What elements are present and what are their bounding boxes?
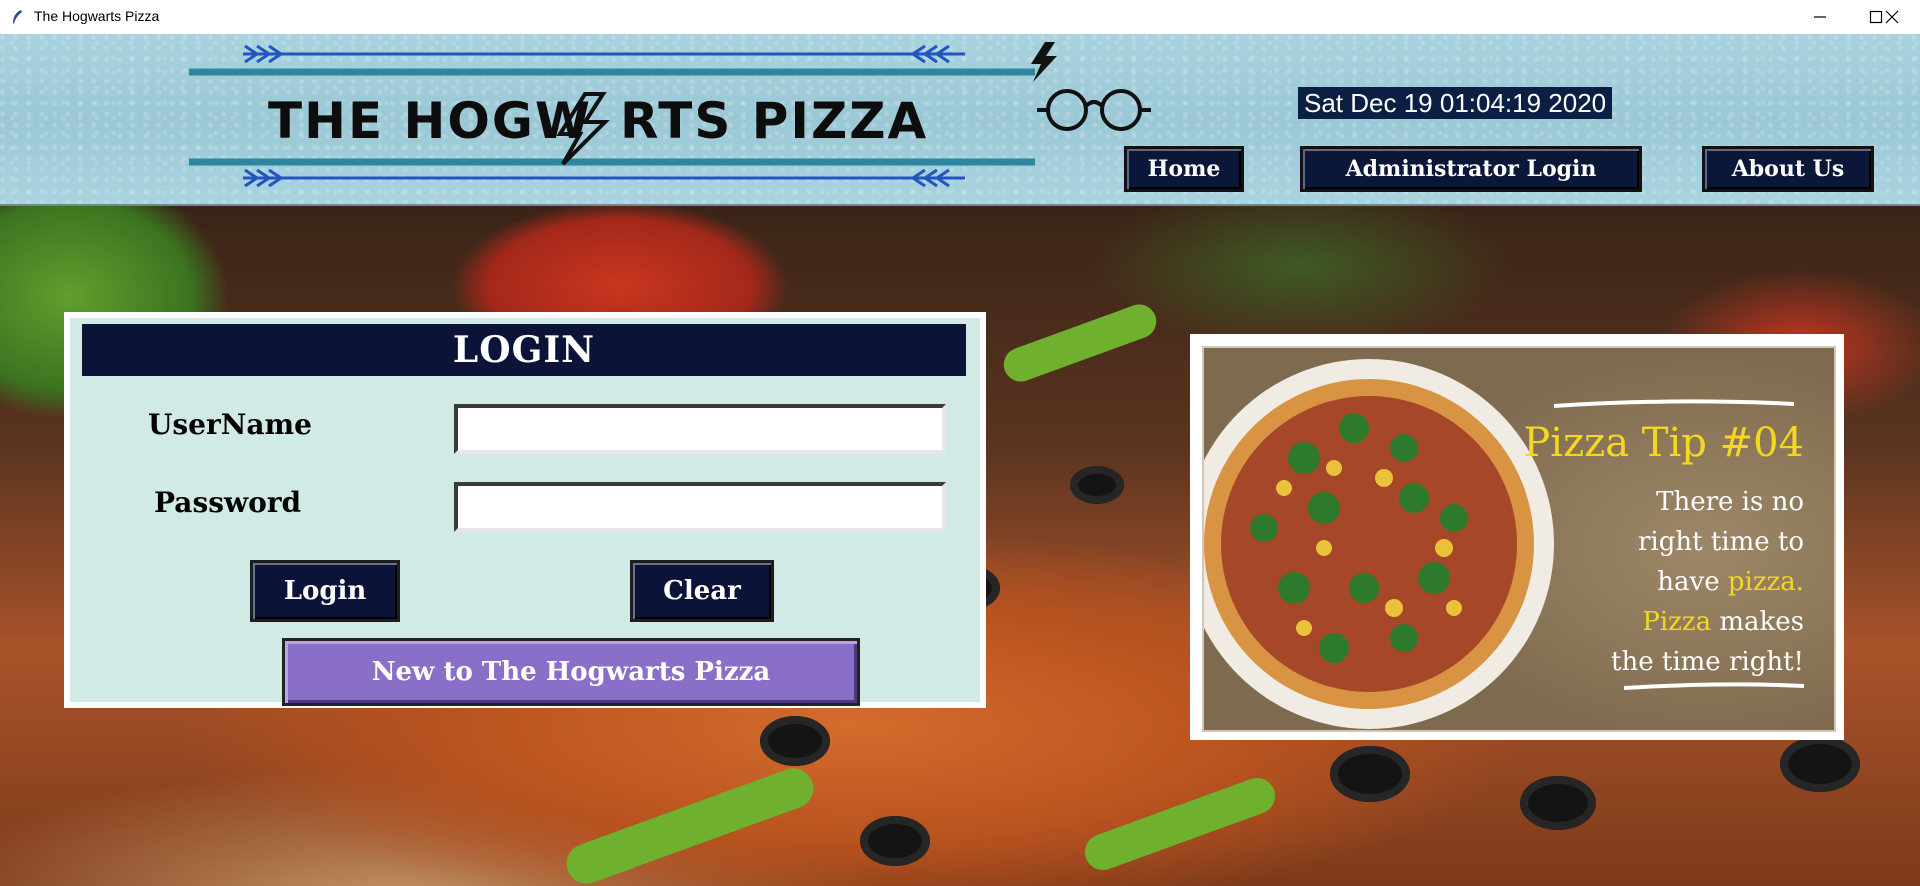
clear-button[interactable]: Clear	[630, 560, 774, 622]
tip-title: Pizza Tip #04	[1523, 420, 1804, 466]
username-input[interactable]	[454, 404, 946, 454]
glasses-icon	[1037, 89, 1151, 131]
olive-decoration	[1330, 746, 1410, 802]
password-label: Password	[154, 486, 302, 519]
pizza-tip-card: Pizza Tip #04 There is no right time to …	[1202, 346, 1836, 732]
password-input[interactable]	[454, 482, 946, 532]
pizza-tip-panel: Pizza Tip #04 There is no right time to …	[1190, 334, 1844, 740]
olive-decoration	[1520, 776, 1596, 830]
about-us-button[interactable]: About Us	[1702, 146, 1874, 192]
arrow-bottom-icon	[243, 168, 965, 188]
register-button[interactable]: New to The Hogwarts Pizza	[282, 638, 860, 706]
feather-icon	[13, 10, 22, 24]
app-header: THE HOGW RTS PIZZA Sat Dec 19 01:04:19 2…	[0, 34, 1920, 206]
pepper-decoration	[1079, 772, 1281, 876]
tip-highlight-pizza: pizza.	[1727, 567, 1804, 597]
tip-line-3-text: have	[1657, 567, 1728, 597]
arrow-top-icon	[243, 44, 965, 64]
home-button[interactable]: Home	[1124, 146, 1244, 192]
login-button[interactable]: Login	[250, 560, 400, 622]
olive-decoration	[1070, 466, 1124, 504]
tip-highlight-pizza-2: Pizza	[1642, 607, 1712, 637]
minimize-icon	[1814, 16, 1826, 18]
tip-line-4: Pizza makes	[1504, 602, 1804, 642]
close-button[interactable]	[1864, 0, 1920, 34]
minimize-button[interactable]	[1792, 0, 1848, 34]
login-title: LOGIN	[82, 324, 966, 376]
tip-line-5: the time right!	[1611, 647, 1804, 677]
olive-decoration	[860, 816, 930, 866]
username-label: UserName	[148, 408, 312, 441]
close-icon	[1885, 10, 1899, 24]
clock-display: Sat Dec 19 01:04:19 2020	[1298, 87, 1613, 119]
tip-text: There is no right time to have pizza. Pi…	[1504, 482, 1804, 682]
lightning-icon	[1031, 42, 1057, 82]
tip-line-4-text: makes	[1711, 607, 1804, 637]
logo-text-left: THE HOGW	[268, 92, 593, 150]
pepper-decoration	[999, 299, 1161, 387]
tip-line-2: right time to	[1637, 527, 1804, 557]
tip-line-3: have pizza.	[1504, 562, 1804, 602]
window-title: The Hogwarts Pizza	[34, 8, 160, 24]
window-title-bar: The Hogwarts Pizza	[0, 0, 1920, 35]
pepper-decoration	[560, 762, 820, 886]
login-panel: LOGIN UserName Password Login Clear New …	[64, 312, 986, 708]
olive-decoration	[1780, 736, 1860, 792]
logo-text-right: RTS PIZZA	[620, 92, 929, 150]
olive-decoration	[760, 716, 830, 766]
tip-line-1: There is no	[1656, 487, 1804, 517]
administrator-login-button[interactable]: Administrator Login	[1300, 146, 1642, 192]
